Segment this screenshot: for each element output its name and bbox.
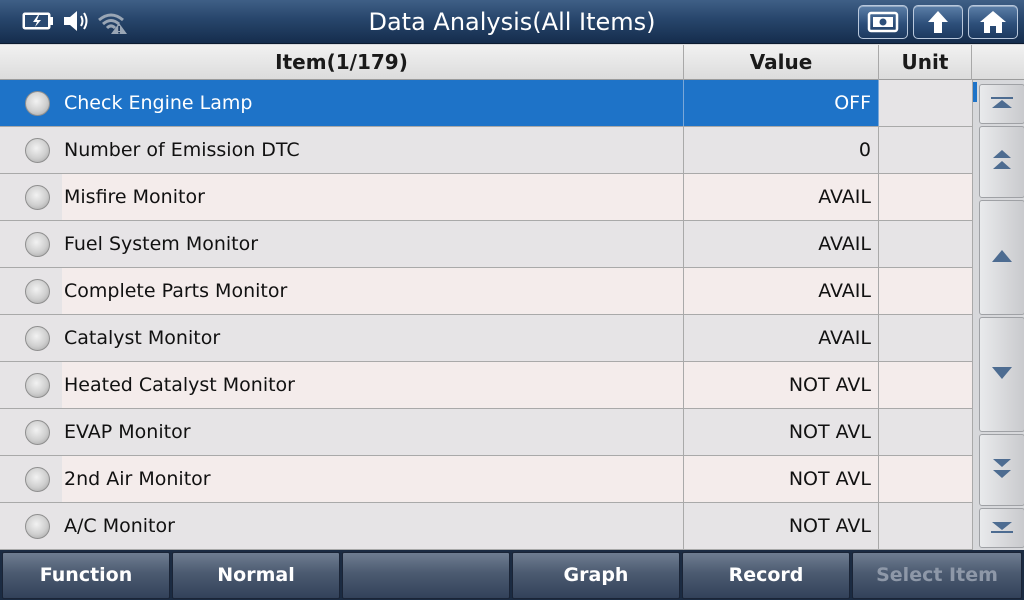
column-header-value: Value [684, 45, 879, 80]
row-item-label: Complete Parts Monitor [64, 280, 288, 302]
scroll-top-icon [990, 95, 1014, 114]
title-bar: Data Analysis(All Items) [0, 0, 1024, 44]
select-item-button[interactable]: Select Item [852, 552, 1022, 599]
table-header: Item(1/179) Value Unit [0, 45, 1024, 80]
row-value: NOT AVL [684, 409, 879, 455]
row-unit [879, 221, 972, 267]
data-table: Check Engine Lamp OFF Number of Emission… [0, 80, 972, 550]
page-down-icon [991, 457, 1013, 483]
page-up-button[interactable] [979, 126, 1024, 198]
scroll-down-button[interactable] [979, 317, 1024, 432]
row-radio[interactable] [25, 420, 50, 445]
table-row[interactable]: Misfire Monitor AVAIL [0, 174, 972, 221]
row-item-label: Number of Emission DTC [64, 139, 300, 161]
snapshot-button[interactable] [858, 5, 908, 39]
row-value: AVAIL [684, 221, 879, 267]
scroll-up-button[interactable] [979, 200, 1024, 315]
function-button[interactable]: Function [2, 552, 170, 599]
record-button[interactable]: Record [682, 552, 850, 599]
row-radio[interactable] [25, 279, 50, 304]
row-item-label: Fuel System Monitor [64, 233, 259, 255]
row-radio[interactable] [25, 91, 50, 116]
snapshot-icon [866, 10, 900, 34]
table-row[interactable]: Complete Parts Monitor AVAIL [0, 268, 972, 315]
column-header-spacer [972, 45, 1024, 80]
row-item-label: Heated Catalyst Monitor [64, 374, 295, 396]
scroll-up-icon [991, 248, 1013, 267]
back-arrow-icon [923, 9, 953, 35]
table-row[interactable]: 2nd Air Monitor NOT AVL [0, 456, 972, 503]
row-unit [879, 456, 972, 502]
table-row[interactable]: A/C Monitor NOT AVL [0, 503, 972, 550]
page-up-icon [991, 149, 1013, 175]
table-row[interactable]: Number of Emission DTC 0 [0, 127, 972, 174]
table-row[interactable]: Check Engine Lamp OFF [0, 80, 972, 127]
row-value: AVAIL [684, 315, 879, 361]
row-value: NOT AVL [684, 362, 879, 408]
row-unit [879, 503, 972, 549]
row-item-label: Check Engine Lamp [64, 92, 253, 114]
home-icon [978, 9, 1008, 35]
row-radio[interactable] [25, 373, 50, 398]
row-unit [879, 362, 972, 408]
table-row[interactable]: Heated Catalyst Monitor NOT AVL [0, 362, 972, 409]
column-header-unit: Unit [879, 45, 972, 80]
page-down-button[interactable] [979, 434, 1024, 506]
column-header-item: Item(1/179) [0, 45, 684, 80]
row-value: NOT AVL [684, 503, 879, 549]
row-radio[interactable] [25, 185, 50, 210]
row-item-label: Misfire Monitor [64, 186, 205, 208]
graph-button[interactable]: Graph [512, 552, 680, 599]
row-radio[interactable] [25, 514, 50, 539]
back-button[interactable] [913, 5, 963, 39]
row-radio[interactable] [25, 138, 50, 163]
scroll-top-button[interactable] [979, 84, 1024, 124]
bottom-toolbar: Function Normal Graph Record Select Item [0, 550, 1024, 600]
scroll-position-indicator [973, 82, 977, 102]
row-radio[interactable] [25, 232, 50, 257]
row-item-label: A/C Monitor [64, 515, 175, 537]
table-row[interactable]: EVAP Monitor NOT AVL [0, 409, 972, 456]
row-item-label: 2nd Air Monitor [64, 468, 211, 490]
scroll-bottom-button[interactable] [979, 508, 1024, 548]
row-unit [879, 409, 972, 455]
row-unit [879, 174, 972, 220]
row-value: AVAIL [684, 268, 879, 314]
table-row[interactable]: Fuel System Monitor AVAIL [0, 221, 972, 268]
table-row[interactable]: Catalyst Monitor AVAIL [0, 315, 972, 362]
scroll-down-icon [991, 365, 1013, 384]
row-unit [879, 80, 972, 126]
row-unit [879, 127, 972, 173]
row-value: AVAIL [684, 174, 879, 220]
scroll-bottom-icon [990, 519, 1014, 538]
normal-button[interactable]: Normal [172, 552, 340, 599]
row-value: NOT AVL [684, 456, 879, 502]
home-button[interactable] [968, 5, 1018, 39]
row-unit [879, 268, 972, 314]
row-unit [879, 315, 972, 361]
row-item-label: EVAP Monitor [64, 421, 191, 443]
scroll-panel [972, 80, 1024, 550]
empty-button[interactable] [342, 552, 510, 599]
row-radio[interactable] [25, 326, 50, 351]
row-radio[interactable] [25, 467, 50, 492]
row-value: 0 [684, 127, 879, 173]
row-value: OFF [684, 80, 879, 126]
row-item-label: Catalyst Monitor [64, 327, 221, 349]
